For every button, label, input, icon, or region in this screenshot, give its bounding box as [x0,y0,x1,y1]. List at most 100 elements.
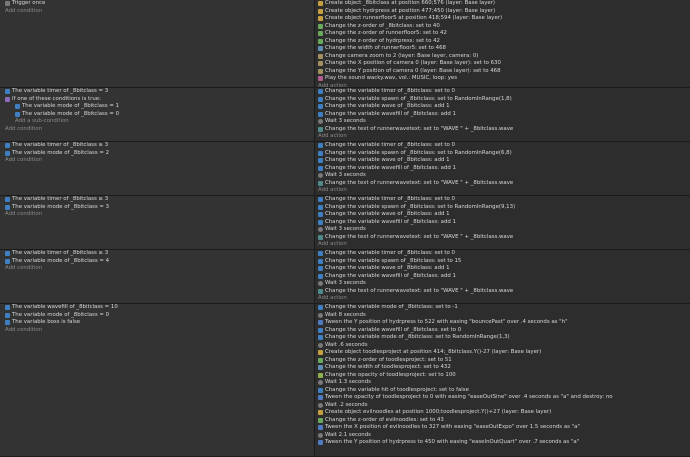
action-row[interactable]: Create object evilnoodles at position 10… [318,409,687,417]
action-row[interactable]: Create object hydrpress at position 477;… [318,8,687,16]
action-row[interactable]: Change the width of runnerfloor5: set to… [318,45,687,53]
action-row[interactable]: Change the z-order of evilnoodles: set t… [318,417,687,425]
action-row[interactable]: Change the opacity of toodlesproject: se… [318,372,687,380]
action-row[interactable]: Change the variable spawn of _8bitclass:… [318,204,687,212]
condition-row[interactable]: The variable timer of _8bitclass ≥ 3 [5,196,311,204]
condition-row[interactable]: The variable timer of _8bitclass = 3 [5,88,311,96]
add-condition-link[interactable]: Add condition [5,327,311,335]
add-action-link[interactable]: Add action [318,295,687,303]
action-row[interactable]: Change the variable spawn of _8bitclass:… [318,96,687,104]
actions-panel[interactable]: Change the variable timer of _8bitclass:… [315,142,690,195]
action-row[interactable]: Change the variable wave of _8bitclass: … [318,265,687,273]
action-row[interactable]: Wait 3 seconds [318,226,687,234]
add-condition-link[interactable]: Add condition [5,126,311,134]
condition-row[interactable]: The variable timer of _8bitclass ≥ 3 [5,250,311,258]
conditions-panel[interactable]: The variable timer of _8bitclass ≥ 3 The … [0,142,315,195]
event-block[interactable]: The variable timer of _8bitclass ≥ 3 The … [0,142,690,196]
create-object-icon [318,16,323,22]
action-row[interactable]: Tween the opacity of toodlesproject to 0… [318,394,687,402]
action-row[interactable]: Change the variable wavefill of _8bitcla… [318,165,687,173]
action-row[interactable]: Change the variable wave of _8bitclass: … [318,157,687,165]
condition-row[interactable]: The variable mode of _8bitclass = 1 [5,103,311,111]
action-row[interactable]: Change the variable wave of _8bitclass: … [318,103,687,111]
action-row[interactable]: Change the variable spawn of _8bitclass:… [318,150,687,158]
add-subcondition-link[interactable]: Add a sub-condition [5,118,311,126]
action-row[interactable]: Wait 2.1 seconds [318,432,687,440]
actions-panel[interactable]: Change the variable timer of _8bitclass:… [315,250,690,303]
actions-panel[interactable]: Change the variable timer of _8bitclass:… [315,196,690,249]
action-row[interactable]: Create object runnerfloor5 at position 4… [318,15,687,23]
action-row[interactable]: Tween the X position of evilnoodles to 3… [318,424,687,432]
add-condition-link[interactable]: Add condition [5,265,311,273]
condition-row[interactable]: The variable mode of _8bitclass = 3 [5,204,311,212]
condition-row[interactable]: The variable mode of _8bitclass = 0 [5,312,311,320]
event-block[interactable]: The variable timer of _8bitclass ≥ 3 The … [0,250,690,304]
action-row[interactable]: Change the variable wave of _8bitclass: … [318,211,687,219]
action-row[interactable]: Change the variable timer of _8bitclass:… [318,142,687,150]
conditions-panel[interactable]: The variable timer of _8bitclass ≥ 3 The … [0,196,315,249]
add-action-link[interactable]: Add action [318,241,687,249]
condition-row[interactable]: The variable wavefill of _8bitclass = 10 [5,304,311,312]
action-row[interactable]: Create object _8bitclass at position 660… [318,0,687,8]
action-row[interactable]: Change the variable timer of _8bitclass:… [318,250,687,258]
action-row[interactable]: Wait 3 seconds [318,280,687,288]
action-row[interactable]: Change the variable wavefill of _8bitcla… [318,219,687,227]
condition-row[interactable]: The variable boss is false [5,319,311,327]
condition-row[interactable]: The variable timer of _8bitclass ≥ 3 [5,142,311,150]
event-block[interactable]: Trigger once Add condition Create object _… [0,0,690,89]
add-action-link[interactable]: Add action [318,133,687,141]
action-row[interactable]: Change the X position of camera 0 (layer… [318,60,687,68]
action-row[interactable]: Change the variable hit of toodlesprojec… [318,387,687,395]
action-row[interactable]: Create object toodlesproject at position… [318,349,687,357]
action-row[interactable]: Change the text of runnerwavetext: set t… [318,126,687,134]
actions-panel[interactable]: Change the variable timer of _8bitclass:… [315,88,690,141]
add-condition-link[interactable]: Add condition [5,157,311,165]
event-block[interactable]: The variable wavefill of _8bitclass = 10… [0,304,690,457]
action-row[interactable]: Wait .2 seconds [318,402,687,410]
action-row[interactable]: Change the variable mode of _8bitclass: … [318,304,687,312]
action-row[interactable]: Change the Y position of camera 0 (layer… [318,68,687,76]
action-row[interactable]: Change the variable wavefill of _8bitcla… [318,327,687,335]
action-row[interactable]: Play the sound wacky.wav, vol.: MUSIC, l… [318,75,687,83]
action-row[interactable]: Change the text of runnerwavetext: set t… [318,180,687,188]
action-row[interactable]: Change the z-order of hydrpress: set to … [318,38,687,46]
add-condition-link[interactable]: Add condition [5,8,311,16]
action-row[interactable]: Change the z-order of toodlesproject: se… [318,357,687,365]
condition-row[interactable]: The variable mode of _8bitclass = 0 [5,111,311,119]
condition-row[interactable]: If one of these conditions is true: [5,96,311,104]
conditions-panel[interactable]: The variable wavefill of _8bitclass = 10… [0,304,315,456]
conditions-panel[interactable]: The variable timer of _8bitclass ≥ 3 The … [0,250,315,303]
action-row[interactable]: Change the variable mode of _8bitclass: … [318,334,687,342]
condition-row[interactable]: Trigger once [5,0,311,8]
action-row[interactable]: Wait 1.3 seconds [318,379,687,387]
action-row[interactable]: Change the variable timer of _8bitclass:… [318,196,687,204]
action-row[interactable]: Change the variable spawn of _8bitclass:… [318,258,687,266]
action-row[interactable]: Change the text of runnerwavetext: set t… [318,234,687,242]
action-row[interactable]: Change the width of toodlesproject: set … [318,364,687,372]
actions-panel[interactable]: Change the variable mode of _8bitclass: … [315,304,690,456]
tween-icon [318,395,323,401]
camera-icon [318,68,323,74]
action-row[interactable]: Wait 8 seconds [318,312,687,320]
event-block[interactable]: The variable timer of _8bitclass = 3 If o… [0,88,690,142]
action-row[interactable]: Wait .6 seconds [318,342,687,350]
conditions-panel[interactable]: The variable timer of _8bitclass = 3 If o… [0,88,315,141]
action-row[interactable]: Wait 3 seconds [318,172,687,180]
add-action-link[interactable]: Add action [318,187,687,195]
action-row[interactable]: Change the variable wavefill of _8bitcla… [318,273,687,281]
action-row[interactable]: Change the variable wavefill of _8bitcla… [318,111,687,119]
actions-panel[interactable]: Create object _8bitclass at position 660… [315,0,690,89]
conditions-panel[interactable]: Trigger once Add condition [0,0,315,87]
condition-row[interactable]: The variable mode of _8bitclass = 4 [5,258,311,266]
action-row[interactable]: Change the z-order of _8bitclass: set to… [318,23,687,31]
action-row[interactable]: Tween the Y position of hydrpress to 522… [318,319,687,327]
action-row[interactable]: Tween the Y position of hydrpress to 450… [318,439,687,447]
action-row[interactable]: Change camera zoom to 2 (layer: Base lay… [318,53,687,61]
condition-row[interactable]: The variable mode of _8bitclass = 2 [5,150,311,158]
action-row[interactable]: Change the z-order of runnerfloor5: set … [318,30,687,38]
action-row[interactable]: Wait 3 seconds [318,118,687,126]
action-row[interactable]: Change the variable timer of _8bitclass:… [318,88,687,96]
action-row[interactable]: Change the text of runnerwavetext: set t… [318,288,687,296]
add-condition-link[interactable]: Add condition [5,211,311,219]
event-block[interactable]: The variable timer of _8bitclass ≥ 3 The … [0,196,690,250]
